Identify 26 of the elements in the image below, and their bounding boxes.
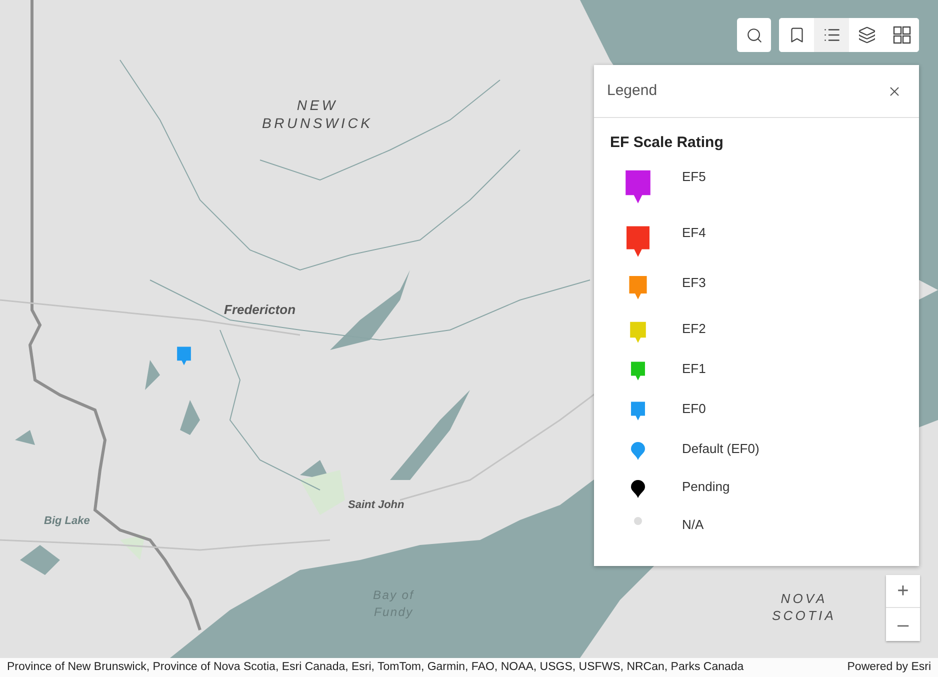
grid-icon bbox=[892, 26, 910, 44]
search-icon bbox=[746, 26, 762, 44]
zoom-in-button[interactable]: + bbox=[886, 575, 920, 608]
legend-layer-title: EF Scale Rating bbox=[609, 133, 724, 153]
legend-label: EF1 bbox=[682, 360, 706, 378]
city-label: Saint John bbox=[348, 498, 404, 513]
legend-label: EF3 bbox=[682, 274, 706, 292]
legend-label: EF2 bbox=[682, 320, 706, 338]
city-label: Fredericton bbox=[224, 301, 296, 319]
attribution-text: Province of New Brunswick, Province of Nova Scotia, Esri Canada, Esri, TomTom, Garmin, FAO, NOAA, USGS, USFWS, NRCan, Parks Canada bbox=[7, 660, 744, 675]
legend-label: Pending bbox=[682, 478, 730, 496]
region-label: NEW BRUNSWICK bbox=[262, 96, 373, 132]
powered-by-link[interactable]: Powered by Esri bbox=[847, 658, 931, 676]
legend-label: EF5 bbox=[682, 168, 706, 186]
legend-label: N/A bbox=[682, 516, 704, 534]
layers-icon bbox=[858, 26, 876, 44]
legend-label: EF4 bbox=[682, 224, 706, 242]
legend-label: EF0 bbox=[682, 400, 706, 418]
water-label: Big Lake bbox=[44, 514, 90, 529]
legend-button[interactable] bbox=[814, 18, 849, 52]
zoom-out-button[interactable]: – bbox=[886, 608, 920, 641]
legend-label: Default (EF0) bbox=[682, 440, 760, 458]
search-button[interactable] bbox=[737, 18, 771, 52]
region-label: NOVA SCOTIA bbox=[772, 590, 836, 624]
panel-title: Legend bbox=[607, 80, 658, 101]
list-icon bbox=[822, 26, 840, 44]
